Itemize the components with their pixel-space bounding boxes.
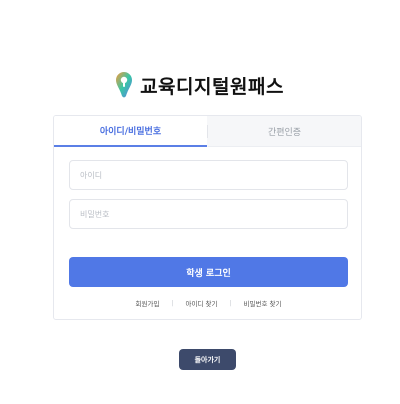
brand-name: 교육디지털원패스 <box>140 75 284 98</box>
password-input[interactable] <box>69 199 348 229</box>
account-links: 회원가입 | 아이디 찾기 | 비밀번호 찾기 <box>54 296 361 310</box>
signup-link[interactable]: 회원가입 <box>136 298 160 308</box>
tab-id-password[interactable]: 아이디/비밀번호 <box>54 116 207 147</box>
back-button[interactable]: 돌아가기 <box>179 349 236 370</box>
student-login-button[interactable]: 학생 로그인 <box>69 257 348 287</box>
login-page: 교육디지털원패스 아이디/비밀번호 간편인증 학생 로그인 회원가입 | 아이디… <box>0 0 400 404</box>
tab-simple-auth[interactable]: 간편인증 <box>208 116 361 147</box>
link-separator: | <box>229 299 232 307</box>
login-card: 아이디/비밀번호 간편인증 학생 로그인 회원가입 | 아이디 찾기 | 비밀번… <box>53 115 362 320</box>
login-tabs: 아이디/비밀번호 간편인증 <box>54 116 361 147</box>
keyhole-pin-icon <box>116 72 133 98</box>
find-password-link[interactable]: 비밀번호 찾기 <box>244 298 282 308</box>
brand-header: 교육디지털원패스 <box>0 70 400 100</box>
find-id-link[interactable]: 아이디 찾기 <box>186 298 218 308</box>
id-input[interactable] <box>69 160 348 190</box>
link-separator: | <box>171 299 174 307</box>
